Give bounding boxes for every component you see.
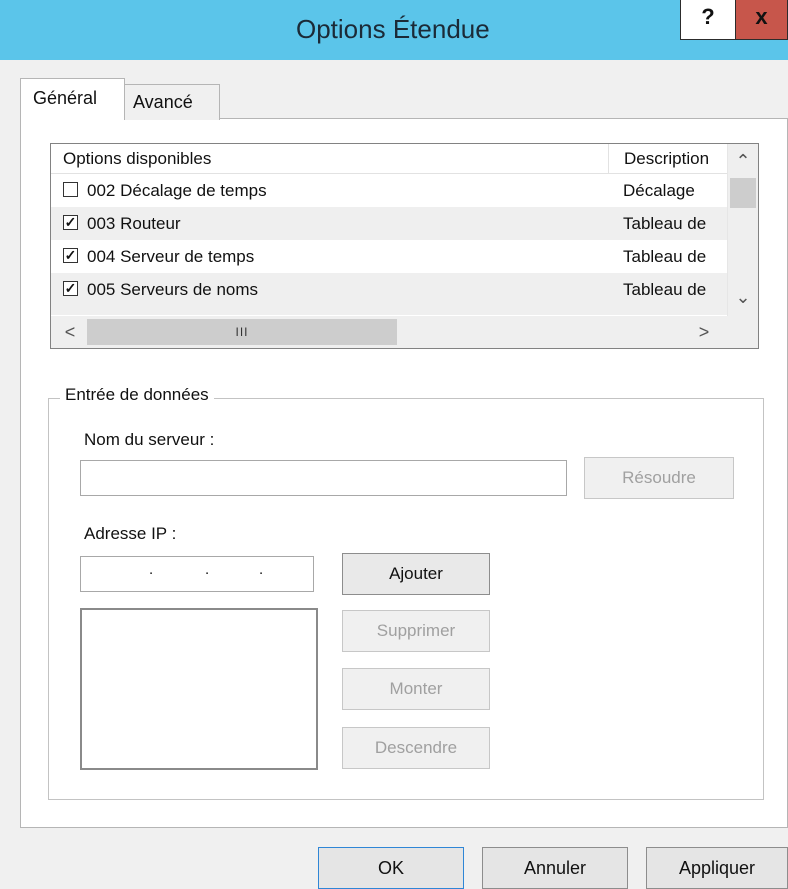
close-button[interactable]: x xyxy=(736,0,788,40)
scrollbar-corner xyxy=(727,316,758,348)
list-item-description: Tableau de xyxy=(623,280,707,299)
add-button[interactable]: Ajouter xyxy=(342,553,490,595)
list-item[interactable]: ✓ 003 Routeur Tableau de xyxy=(51,207,727,240)
apply-button[interactable]: Appliquer xyxy=(646,847,788,889)
ip-separator: . xyxy=(259,561,264,578)
checkbox[interactable]: ✓ xyxy=(63,215,78,230)
horizontal-scrollbar[interactable]: < III > xyxy=(51,316,727,348)
list-item-label: 005 Serveurs de noms xyxy=(87,280,259,299)
tab-advanced[interactable]: Avancé xyxy=(124,84,220,120)
list-item-label: 003 Routeur xyxy=(87,214,181,233)
ip-separator: . xyxy=(205,561,210,578)
checkbox[interactable] xyxy=(63,182,78,197)
vertical-scrollbar[interactable]: ⌃ ⌄ xyxy=(727,144,758,316)
move-down-button[interactable]: Descendre xyxy=(342,727,490,769)
ok-button[interactable]: OK xyxy=(318,847,464,889)
options-list[interactable]: Options disponibles Description 002 Déca… xyxy=(50,143,759,349)
scroll-up-icon[interactable]: ⌃ xyxy=(728,148,758,174)
list-item-label: 004 Serveur de temps xyxy=(87,247,255,266)
ip-address-list[interactable] xyxy=(80,608,318,770)
ip-separator: . xyxy=(149,561,154,578)
cancel-button[interactable]: Annuler xyxy=(482,847,628,889)
checkbox[interactable]: ✓ xyxy=(63,248,78,263)
help-button[interactable]: ? xyxy=(680,0,736,40)
list-item[interactable]: ✓ 005 Serveurs de noms Tableau de xyxy=(51,273,727,315)
data-entry-legend: Entrée de données xyxy=(60,385,214,405)
ip-address-input[interactable]: . . . xyxy=(80,556,314,592)
list-item[interactable]: ✓ 004 Serveur de temps Tableau de xyxy=(51,240,727,273)
horizontal-scroll-thumb[interactable]: III xyxy=(87,319,397,345)
list-item-description: Décalage xyxy=(623,181,695,200)
remove-button[interactable]: Supprimer xyxy=(342,610,490,652)
server-name-input[interactable] xyxy=(80,460,567,496)
column-header-options[interactable]: Options disponibles xyxy=(51,144,609,174)
list-item-description: Tableau de xyxy=(623,214,707,233)
list-item-description: Tableau de xyxy=(623,247,707,266)
scroll-down-icon[interactable]: ⌄ xyxy=(728,284,758,310)
vertical-scroll-thumb[interactable] xyxy=(730,178,756,208)
checkbox[interactable]: ✓ xyxy=(63,281,78,296)
move-up-button[interactable]: Monter xyxy=(342,668,490,710)
server-name-label: Nom du serveur : xyxy=(84,430,215,449)
column-header-description[interactable]: Description xyxy=(609,144,727,174)
scroll-right-icon[interactable]: > xyxy=(689,316,719,348)
list-item[interactable]: 002 Décalage de temps Décalage xyxy=(51,174,727,207)
tab-general[interactable]: Général xyxy=(20,78,125,120)
ip-address-label: Adresse IP : xyxy=(84,524,177,543)
list-item-label: 002 Décalage de temps xyxy=(87,181,267,200)
resolve-button[interactable]: Résoudre xyxy=(584,457,734,499)
scroll-left-icon[interactable]: < xyxy=(55,316,85,348)
